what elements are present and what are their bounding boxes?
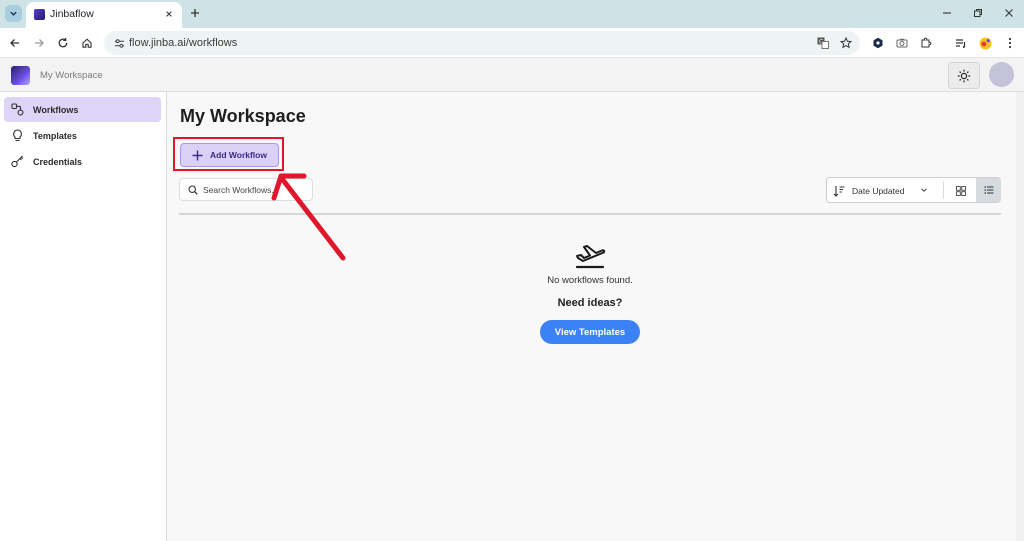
list-icon [983, 186, 993, 194]
close-window-button[interactable] [1002, 6, 1016, 20]
puzzle-icon [921, 37, 932, 48]
page-title: My Workspace [180, 106, 306, 126]
chevron-down-icon [10, 11, 17, 16]
grid-icon [955, 185, 966, 196]
home-button[interactable] [79, 35, 95, 51]
arrow-left-icon [10, 39, 19, 47]
content-divider [179, 213, 1001, 215]
forward-button[interactable] [31, 35, 47, 51]
restore-icon [974, 9, 982, 17]
workspace-name[interactable]: My Workspace [40, 70, 103, 81]
translate-button[interactable]: G [816, 36, 830, 50]
plane-takeoff-icon [573, 242, 607, 270]
home-icon [82, 38, 92, 48]
sidebar-item-credentials[interactable]: Credentials [4, 149, 161, 174]
plus-icon [191, 9, 199, 17]
minimize-icon [943, 12, 951, 14]
tab-search-button[interactable] [5, 5, 22, 22]
sidebar-item-label: Workflows [33, 104, 79, 115]
browser-menu-button[interactable] [1003, 36, 1017, 50]
user-avatar[interactable] [989, 62, 1014, 87]
jinbaflow-favicon-icon [34, 9, 45, 20]
sort-select[interactable]: Date Updated [852, 186, 904, 196]
star-icon [840, 37, 852, 49]
jinbaflow-logo-icon[interactable] [11, 66, 30, 85]
sidebar: Workflows Templates Credentials [0, 92, 167, 541]
sun-icon [957, 69, 971, 82]
tab-title: Jinbaflow [50, 8, 94, 20]
view-templates-button[interactable]: View Templates [540, 320, 640, 344]
sidebar-item-templates[interactable]: Templates [4, 123, 161, 148]
address-bar[interactable]: flow.jinba.ai/workflows G [104, 31, 860, 55]
browser-tab[interactable]: Jinbaflow [26, 2, 182, 28]
site-info-button[interactable] [112, 36, 126, 50]
extensions-button[interactable] [919, 36, 933, 50]
minimize-button[interactable] [940, 6, 954, 20]
restore-button[interactable] [971, 6, 985, 20]
camera-icon [896, 38, 908, 48]
translate-icon: G [817, 37, 829, 49]
extension-camera-button[interactable] [895, 36, 909, 50]
media-control-button[interactable] [954, 36, 968, 50]
more-vertical-icon [1008, 37, 1012, 49]
search-placeholder: Search Workflows... [203, 185, 279, 195]
profile-extension-button[interactable] [978, 36, 992, 50]
arrow-right-icon [35, 39, 44, 47]
reload-button[interactable] [55, 35, 71, 51]
tab-close-button[interactable] [162, 7, 176, 21]
key-icon [10, 155, 24, 169]
list-view-button[interactable] [976, 178, 1001, 202]
chevron-down-icon[interactable] [919, 185, 929, 195]
bookmark-button[interactable] [839, 36, 853, 50]
back-button[interactable] [7, 35, 23, 51]
tune-icon [114, 38, 124, 48]
search-icon [187, 184, 199, 196]
main-content [167, 92, 1016, 541]
url-text: flow.jinba.ai/workflows [129, 37, 238, 49]
sort-divider [943, 181, 944, 199]
reload-icon [58, 38, 68, 48]
new-tab-button[interactable] [187, 5, 203, 21]
hexagon-extension-icon [873, 37, 883, 49]
lightbulb-icon [10, 129, 24, 143]
annotation-highlight-box [173, 137, 284, 171]
sort-icon[interactable] [832, 184, 845, 197]
browser-tab-strip: Jinbaflow [0, 0, 1024, 28]
grid-view-button[interactable] [954, 184, 967, 197]
sidebar-item-label: Templates [33, 130, 77, 141]
close-icon [166, 11, 172, 17]
playlist-icon [956, 39, 966, 48]
need-ideas-heading: Need ideas? [557, 297, 623, 309]
page-scrollbar[interactable] [1016, 92, 1024, 541]
close-icon [1005, 9, 1013, 17]
app-header: My Workspace [0, 58, 1024, 92]
browser-toolbar: flow.jinba.ai/workflows G [0, 28, 1024, 58]
sidebar-item-label: Credentials [33, 156, 83, 167]
theme-toggle-button[interactable] [948, 62, 980, 89]
sort-controls: Date Updated [826, 177, 1001, 203]
search-workflows-input[interactable]: Search Workflows... [179, 178, 313, 201]
empty-state-message: No workflows found. [547, 275, 633, 286]
profile-badge-icon [979, 37, 991, 49]
extension-hexagon-button[interactable] [871, 36, 885, 50]
workflow-icon [10, 103, 24, 117]
sidebar-item-workflows[interactable]: Workflows [4, 97, 161, 122]
